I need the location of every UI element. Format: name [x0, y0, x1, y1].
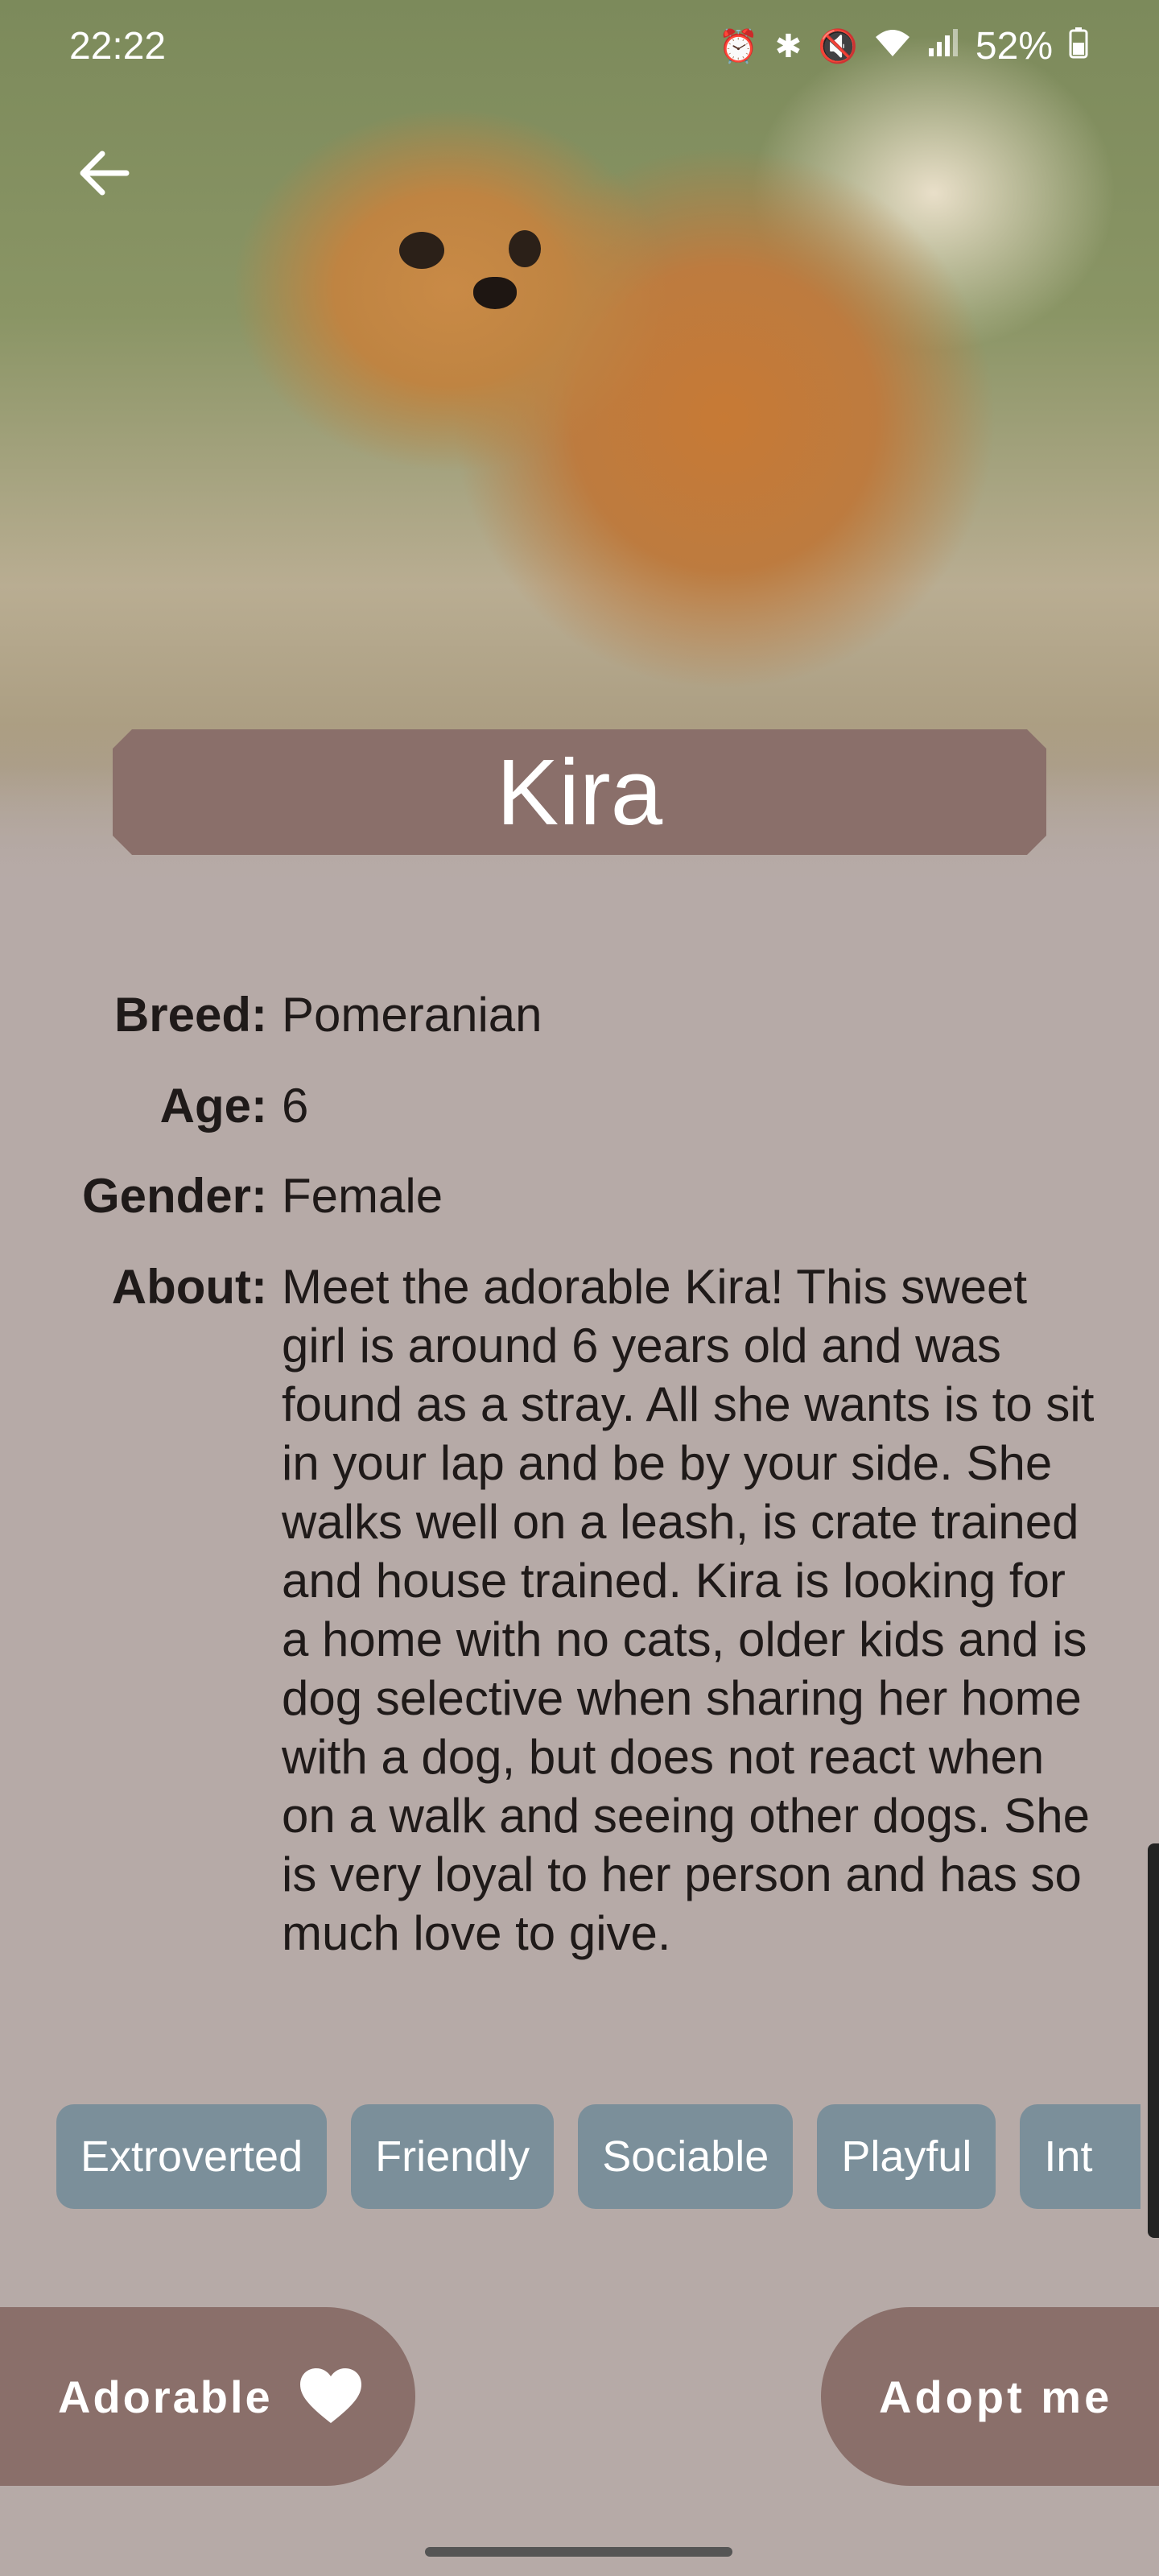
status-bar: 22:22 ⏰ ✱ 🔇 52%: [0, 0, 1159, 97]
adorable-button[interactable]: Adorable: [0, 2307, 415, 2486]
dog-eye-right: [509, 230, 541, 267]
adopt-button[interactable]: Adopt me: [821, 2307, 1159, 2486]
adopt-label: Adopt me: [879, 2371, 1113, 2422]
back-button[interactable]: [68, 137, 140, 209]
mute-icon: 🔇: [818, 29, 858, 64]
trait-chip[interactable]: Extroverted: [56, 2104, 328, 2209]
arrow-left-icon: [80, 151, 130, 196]
trait-chips[interactable]: Extroverted Friendly Sociable Playful In…: [56, 2104, 1141, 2209]
dog-nose: [473, 277, 517, 309]
dog-eye-left: [399, 232, 444, 269]
heart-icon: [299, 2368, 361, 2423]
signal-icon: [927, 27, 959, 66]
pet-name-plate: Kira: [113, 729, 1046, 855]
age-label: Age:: [159, 1079, 267, 1133]
breed-value: Pomeranian: [282, 988, 542, 1042]
alarm-icon: ⏰: [718, 29, 759, 64]
trait-chip[interactable]: Friendly: [351, 2104, 555, 2209]
home-indicator[interactable]: [425, 2547, 732, 2557]
age-value: 6: [282, 1079, 309, 1133]
trait-chip[interactable]: Playful: [817, 2104, 996, 2209]
bluetooth-icon: ✱: [774, 28, 802, 64]
gender-value: Female: [282, 1169, 443, 1223]
breed-label: Breed:: [113, 988, 267, 1042]
trait-chip[interactable]: Sociable: [578, 2104, 794, 2209]
battery-percent: 52%: [975, 25, 1053, 68]
status-icons: ⏰ ✱ 🔇 52%: [719, 24, 1088, 68]
about-text: Meet the adorable Kira! This sweet girl …: [282, 1260, 1095, 1960]
status-time: 22:22: [69, 25, 167, 68]
battery-icon: [1069, 27, 1088, 67]
gender-label: Gender:: [81, 1169, 267, 1223]
about-label: About:: [111, 1260, 267, 1314]
adorable-label: Adorable: [58, 2371, 273, 2422]
trait-chip[interactable]: Int: [1020, 2104, 1141, 2209]
wifi-icon: [874, 27, 911, 66]
edge-panel-handle[interactable]: [1148, 1843, 1159, 2238]
pet-name: Kira: [496, 740, 663, 844]
